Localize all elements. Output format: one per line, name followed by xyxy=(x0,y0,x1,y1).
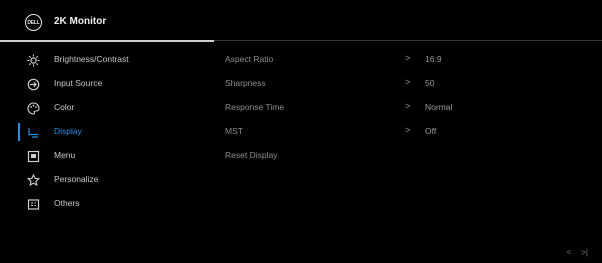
dell-logo: DELL xyxy=(25,14,42,31)
sidebar-item-display[interactable]: Display xyxy=(0,120,214,144)
header-divider xyxy=(214,40,602,41)
sidebar-item-color[interactable]: Color xyxy=(0,96,214,120)
menu-icon xyxy=(26,149,40,163)
sidebar-item-label: Input Source xyxy=(54,78,103,88)
setting-reset-display[interactable]: Reset Display xyxy=(214,144,602,168)
sidebar-item-menu[interactable]: Menu xyxy=(0,144,214,168)
header-divider-active xyxy=(0,40,214,42)
input-source-icon xyxy=(26,77,40,91)
footer-nav: < >| xyxy=(567,248,588,257)
setting-name: Aspect Ratio xyxy=(225,54,274,64)
sidebar-item-personalize[interactable]: Personalize xyxy=(0,168,214,192)
setting-name: Sharpness xyxy=(225,78,266,88)
brightness-icon xyxy=(26,53,40,67)
sidebar-item-label: Color xyxy=(54,102,75,112)
osd-header: DELL 2K Monitor xyxy=(0,0,602,42)
chevron-right-icon: > xyxy=(405,101,411,111)
others-icon xyxy=(26,197,40,211)
sidebar-item-label: Others xyxy=(54,198,80,208)
sidebar-item-label: Brightness/Contrast xyxy=(54,54,129,64)
setting-value: Normal xyxy=(425,102,453,112)
sidebar-item-label: Personalize xyxy=(54,174,99,184)
sidebar-item-brightness-contrast[interactable]: Brightness/Contrast xyxy=(0,48,214,72)
back-icon[interactable]: < xyxy=(567,248,572,257)
chevron-right-icon: > xyxy=(405,125,411,135)
setting-mst[interactable]: MST > Off xyxy=(214,120,602,144)
setting-value: 50 xyxy=(425,78,435,88)
active-indicator xyxy=(18,123,20,141)
setting-name: MST xyxy=(225,126,243,136)
chevron-right-icon: > xyxy=(405,53,411,63)
setting-aspect-ratio[interactable]: Aspect Ratio > 16:9 xyxy=(214,48,602,72)
setting-value: 16:9 xyxy=(425,54,442,64)
color-palette-icon xyxy=(26,101,40,115)
sidebar-item-label: Display xyxy=(54,126,82,136)
display-icon xyxy=(26,125,40,139)
setting-sharpness[interactable]: Sharpness > 50 xyxy=(214,72,602,96)
setting-response-time[interactable]: Response Time > Normal xyxy=(214,96,602,120)
setting-name: Reset Display xyxy=(225,150,278,160)
monitor-osd: DELL 2K Monitor Brightness/Contrast Inpu… xyxy=(0,0,602,263)
setting-value: Off xyxy=(425,126,437,136)
page-title: 2K Monitor xyxy=(54,16,107,27)
sidebar-item-input-source[interactable]: Input Source xyxy=(0,72,214,96)
exit-icon[interactable]: >| xyxy=(581,248,588,257)
chevron-right-icon: > xyxy=(405,77,411,87)
setting-name: Response Time xyxy=(225,102,285,112)
star-icon xyxy=(26,173,40,187)
sidebar-item-label: Menu xyxy=(54,150,76,160)
sidebar-item-others[interactable]: Others xyxy=(0,192,214,216)
